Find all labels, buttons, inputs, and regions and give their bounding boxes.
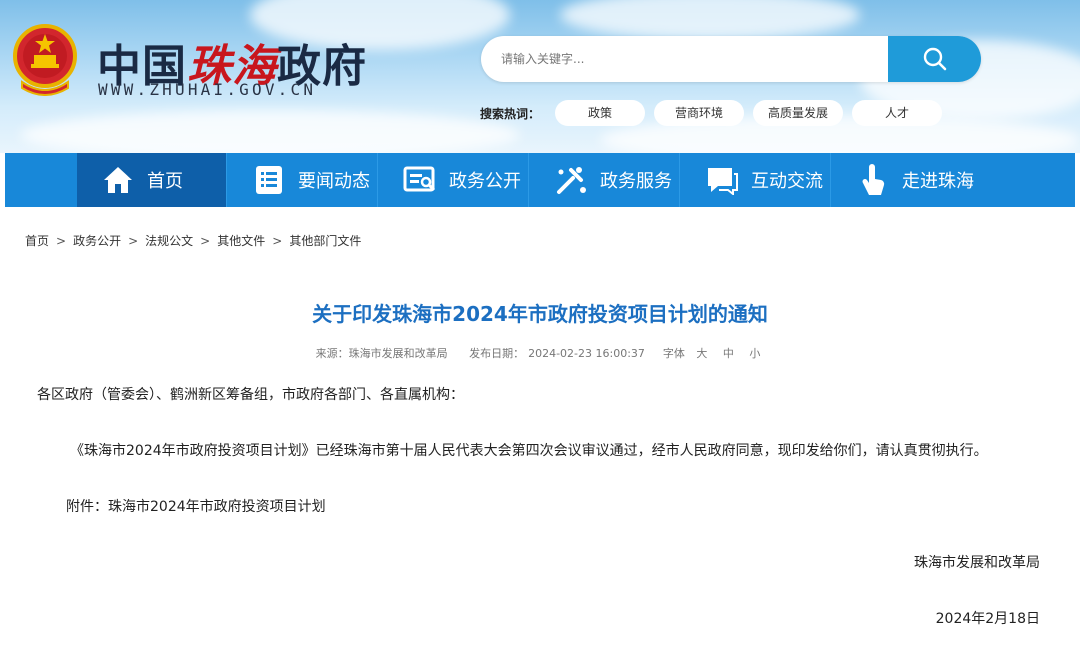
hot-tag[interactable]: 政策 [555,100,646,126]
publish-date: 2024-02-23 16:00:37 [528,347,645,360]
article-sign-date: 2024年2月18日 [935,611,1040,627]
article-meta: 来源：珠海市发展和改革局 发布日期： 2024-02-23 16:00:37 字体… [0,345,1080,361]
hot-tag[interactable]: 人才 [852,100,943,126]
search-icon [923,47,946,71]
hot-search-label: 搜索热词： [480,106,541,121]
breadcrumb-separator: > [128,233,139,248]
nav-about-zhuhai[interactable]: 走进珠海 [832,153,982,207]
breadcrumb-separator: > [56,233,67,248]
article-title: 关于印发珠海市2024年市政府投资项目计划的通知 [312,302,768,326]
search-box [481,36,981,82]
breadcrumb-home[interactable]: 首页 [25,232,49,249]
breadcrumb-other-dept-files[interactable]: 其他部门文件 [289,232,361,249]
hot-search: 搜索热词： 政策 营商环境 高质量发展 人才 [480,100,943,126]
font-size-large[interactable]: 大 [696,347,707,360]
nav-news[interactable]: 要闻动态 [228,153,378,207]
article-attachment[interactable]: 附件：珠海市2024年市政府投资项目计划 [66,496,326,516]
article-signature: 珠海市发展和改革局 [914,555,1040,571]
hot-tag[interactable]: 营商环境 [654,100,745,126]
national-emblem-icon [13,24,77,96]
news-icon [252,163,286,197]
breadcrumb-regulations[interactable]: 法规公文 [145,232,193,249]
breadcrumb-separator: > [272,233,283,248]
site-header: 中国珠海政府 WWW.ZHUHAI.GOV.CN 搜索热词： 政策 营商环境 高… [0,0,1080,153]
breadcrumb-separator: > [200,233,211,248]
chat-icon [705,163,739,197]
hot-tag[interactable]: 高质量发展 [753,100,844,126]
font-size-medium[interactable]: 中 [723,347,734,360]
search-input[interactable] [481,36,888,82]
article-source: 来源：珠海市发展和改革局 [315,347,448,360]
search-button[interactable] [888,36,981,82]
main-nav: 首页 要闻动态 政务公开 政务服务 互动交流 走进珠海 [5,153,1075,207]
service-icon [554,163,588,197]
breadcrumb-other-files[interactable]: 其他文件 [217,232,265,249]
nav-home[interactable]: 首页 [77,153,227,207]
font-size-label: 字体 [662,347,685,360]
publish-date-label: 发布日期： [469,347,525,360]
breadcrumb: 首页 > 政务公开 > 法规公文 > 其他文件 > 其他部门文件 [25,232,361,249]
font-size-small[interactable]: 小 [749,347,760,360]
home-icon [101,163,135,197]
nav-disclosure[interactable]: 政务公开 [379,153,529,207]
breadcrumb-disclosure[interactable]: 政务公开 [73,232,121,249]
disclosure-icon [403,163,437,197]
nav-service[interactable]: 政务服务 [530,153,680,207]
nav-interaction[interactable]: 互动交流 [681,153,831,207]
pointer-icon [856,163,890,197]
article-body: 《珠海市2024年市政府投资项目计划》已经珠海市第十届人民代表大会第四次会议审议… [70,443,988,459]
article-salutation: 各区政府（管委会）、鹤洲新区筹备组，市政府各部门、各直属机构： [37,387,464,403]
site-url: WWW.ZHUHAI.GOV.CN [98,80,317,99]
